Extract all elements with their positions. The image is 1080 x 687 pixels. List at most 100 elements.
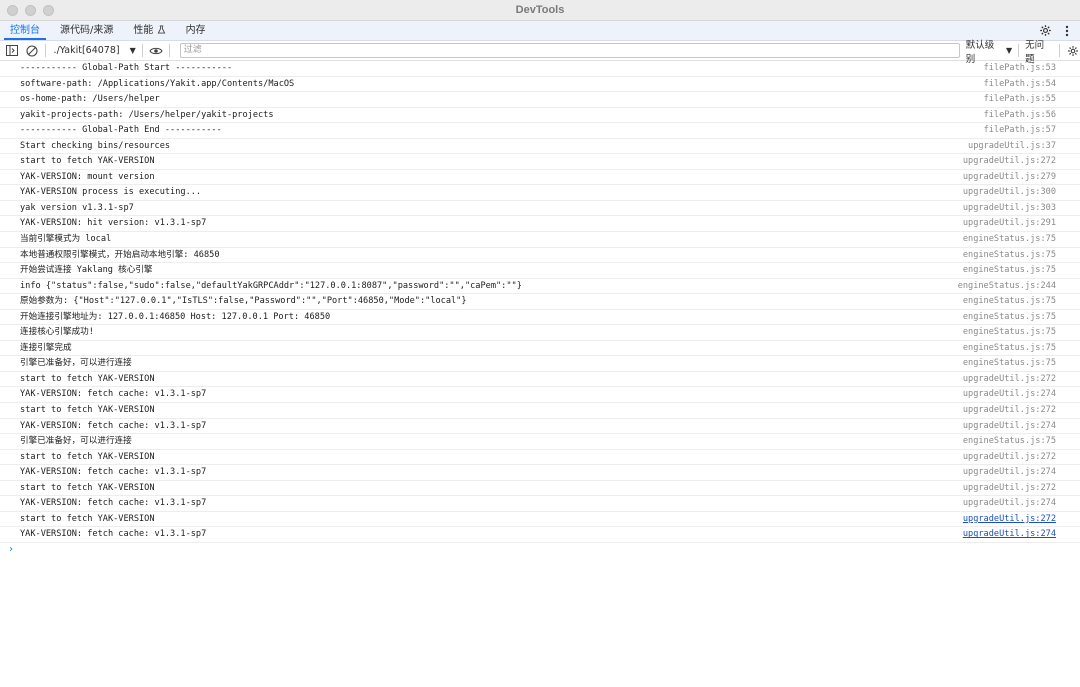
console-message-text: ----------- Global-Path Start ----------… [20, 63, 233, 73]
console-message-row: ----------- Global-Path End ----------- f… [0, 123, 1080, 139]
console-message-row: YAK-VERSION: fetch cache: v1.3.1-sp7 upgr… [0, 527, 1080, 543]
console-message-row: 当前引擎模式为 local engineStatus.js:75 [0, 232, 1080, 248]
console-message-row: yakit-projects-path: /Users/helper/yakit… [0, 108, 1080, 124]
settings-gear-icon[interactable] [1038, 24, 1052, 38]
window-titlebar: DevTools [0, 0, 1080, 21]
console-message-row: 连接核心引擎成功! engineStatus.js:75 [0, 325, 1080, 341]
console-source-link[interactable]: engineStatus.js:75 [963, 325, 1056, 340]
console-source-link[interactable]: upgradeUtil.js:274 [963, 496, 1056, 511]
console-source-link[interactable]: engineStatus.js:75 [963, 232, 1056, 247]
console-message-row: 本地普通权限引擎模式，开始启动本地引擎: 46850 engineStatus.j… [0, 248, 1080, 264]
live-expression-eye-icon[interactable] [149, 44, 163, 58]
tab-memory[interactable]: 内存 [176, 21, 216, 40]
console-source-link[interactable]: engineStatus.js:244 [958, 279, 1056, 294]
console-message-row: start to fetch YAK-VERSION upgradeUtil.js… [0, 481, 1080, 497]
console-message-text: info {"status":false,"sudo":false,"defau… [20, 280, 522, 291]
filter-input[interactable]: 过滤 [179, 43, 960, 58]
console-message-text: 开始连接引擎地址为: 127.0.0.1:46850 Host: 127.0.0… [20, 311, 331, 322]
console-message-text: YAK-VERSION process is executing... [20, 187, 202, 198]
console-source-link[interactable]: upgradeUtil.js:272 [963, 403, 1056, 418]
tab-console[interactable]: 控制台 [0, 21, 50, 40]
console-message-text: yak version v1.3.1-sp7 [20, 202, 134, 213]
console-source-link[interactable]: upgradeUtil.js:274 [963, 387, 1056, 402]
console-source-link[interactable]: upgradeUtil.js:37 [968, 139, 1056, 154]
toolbar-divider [44, 44, 46, 57]
console-message-text: 引擎已准备好，可以进行连接 [20, 358, 132, 369]
console-source-link[interactable]: filePath.js:55 [984, 92, 1056, 107]
sidebar-toggle-icon[interactable] [5, 44, 19, 58]
console-source-link[interactable]: upgradeUtil.js:274 [963, 465, 1056, 480]
console-source-link[interactable]: upgradeUtil.js:279 [963, 170, 1056, 185]
console-source-link[interactable]: upgradeUtil.js:291 [963, 216, 1056, 231]
console-source-link[interactable]: engineStatus.js:75 [963, 356, 1056, 371]
console-message-row: 连接引擎完成 engineStatus.js:75 [0, 341, 1080, 357]
console-message-text: Start checking bins/resources [20, 140, 171, 151]
console-source-link[interactable]: upgradeUtil.js:303 [963, 201, 1056, 216]
tab-sources[interactable]: 源代码/来源 [50, 21, 123, 40]
console-message-text: 连接核心引擎成功! [20, 327, 94, 338]
console-message-row: YAK-VERSION: hit version: v1.3.1-sp7 upgr… [0, 216, 1080, 233]
console-message-row: ----------- Global-Path Start ----------… [0, 61, 1080, 77]
console-message-row: YAK-VERSION: fetch cache: v1.3.1-sp7 upgr… [0, 496, 1080, 512]
console-message-text: 连接引擎完成 [20, 342, 72, 353]
console-source-link[interactable]: upgradeUtil.js:272 [963, 481, 1056, 496]
flask-icon [157, 25, 165, 34]
console-message-text: start to fetch YAK-VERSION [20, 513, 155, 524]
console-source-link[interactable]: filePath.js:53 [984, 61, 1056, 76]
console-message-text: YAK-VERSION: hit version: v1.3.1-sp7 [20, 218, 207, 229]
console-source-link[interactable]: upgradeUtil.js:300 [963, 185, 1056, 200]
console-source-link[interactable]: engineStatus.js:75 [963, 310, 1056, 325]
context-selector[interactable]: ./Yakit[64078] ▼ [54, 45, 136, 56]
console-source-link[interactable]: filePath.js:56 [984, 108, 1056, 123]
console-message-text: YAK-VERSION: fetch cache: v1.3.1-sp7 [20, 389, 207, 400]
window-title: DevTools [515, 4, 565, 16]
console-message-text: start to fetch YAK-VERSION [20, 156, 155, 167]
console-message-text: software-path: /Applications/Yakit.app/C… [20, 78, 295, 89]
console-message-row: start to fetch YAK-VERSION upgradeUtil.js… [0, 154, 1080, 170]
clear-console-icon[interactable] [25, 44, 39, 58]
console-message-row: 开始尝试连接 Yaklang 核心引擎 engineStatus.js:75 [0, 263, 1080, 279]
toolbar-divider [1059, 44, 1061, 57]
console-settings-gear-icon[interactable] [1066, 44, 1080, 58]
tab-performance[interactable]: 性能 [123, 21, 175, 40]
console-source-link[interactable]: engineStatus.js:75 [963, 248, 1056, 263]
console-source-link[interactable]: filePath.js:54 [984, 77, 1056, 92]
console-message-row: 开始连接引擎地址为: 127.0.0.1:46850 Host: 127.0.0… [0, 310, 1080, 326]
console-message-row: yak version v1.3.1-sp7 upgradeUtil.js:303 [0, 201, 1080, 217]
context-label: ./Yakit[64078] [53, 45, 120, 56]
console-message-text: 本地普通权限引擎模式，开始启动本地引擎: 46850 [20, 249, 220, 260]
console-toolbar: ./Yakit[64078] ▼ 过滤 默认级别 ▼ 无问题 [0, 40, 1080, 65]
console-message-text: start to fetch YAK-VERSION [20, 482, 155, 493]
console-message-row: start to fetch YAK-VERSION upgradeUtil.js… [0, 372, 1080, 388]
console-message-text: YAK-VERSION: fetch cache: v1.3.1-sp7 [20, 529, 207, 540]
console-source-link[interactable]: upgradeUtil.js:272 [963, 512, 1056, 527]
more-options-icon[interactable] [1060, 24, 1074, 38]
console-message-text: start to fetch YAK-VERSION [20, 405, 155, 416]
console-message-row: 原始参数为: {"Host":"127.0.0.1","IsTLS":false… [0, 294, 1080, 310]
console-message-row: YAK-VERSION: fetch cache: v1.3.1-sp7 upgr… [0, 465, 1080, 481]
console-messages: ----------- Global-Path Start ----------… [0, 61, 1080, 555]
console-source-link[interactable]: engineStatus.js:75 [963, 341, 1056, 356]
console-message-row: 引擎已准备好，可以进行连接 engineStatus.js:75 [0, 356, 1080, 372]
dropdown-arrow-icon: ▼ [129, 46, 136, 55]
console-source-link[interactable]: upgradeUtil.js:274 [963, 527, 1056, 542]
console-prompt[interactable]: › [8, 544, 1080, 555]
console-source-link[interactable]: engineStatus.js:75 [963, 294, 1056, 309]
console-message-row: YAK-VERSION: mount version upgradeUtil.js… [0, 170, 1080, 186]
console-message-text: 原始参数为: {"Host":"127.0.0.1","IsTLS":false… [20, 296, 467, 307]
console-source-link[interactable]: engineStatus.js:75 [963, 434, 1056, 449]
console-message-row: os-home-path: /Users/helper filePath.js:5… [0, 92, 1080, 108]
console-source-link[interactable]: upgradeUtil.js:272 [963, 154, 1056, 169]
console-source-link[interactable]: upgradeUtil.js:272 [963, 372, 1056, 387]
console-message-row: start to fetch YAK-VERSION upgradeUtil.js… [0, 403, 1080, 419]
console-source-link[interactable]: engineStatus.js:75 [963, 263, 1056, 278]
console-message-text: 引擎已准备好，可以进行连接 [20, 436, 132, 447]
console-source-link[interactable]: filePath.js:57 [984, 123, 1056, 138]
console-message-row: start to fetch YAK-VERSION upgradeUtil.js… [0, 512, 1080, 528]
console-source-link[interactable]: upgradeUtil.js:272 [963, 450, 1056, 465]
panel-tabbar: 控制台 源代码/来源 性能 内存 [0, 21, 1080, 41]
console-source-link[interactable]: upgradeUtil.js:274 [963, 419, 1056, 434]
console-message-text: yakit-projects-path: /Users/helper/yakit… [20, 109, 274, 120]
dropdown-arrow-icon: ▼ [1006, 46, 1013, 55]
console-message-text: os-home-path: /Users/helper [20, 94, 160, 105]
